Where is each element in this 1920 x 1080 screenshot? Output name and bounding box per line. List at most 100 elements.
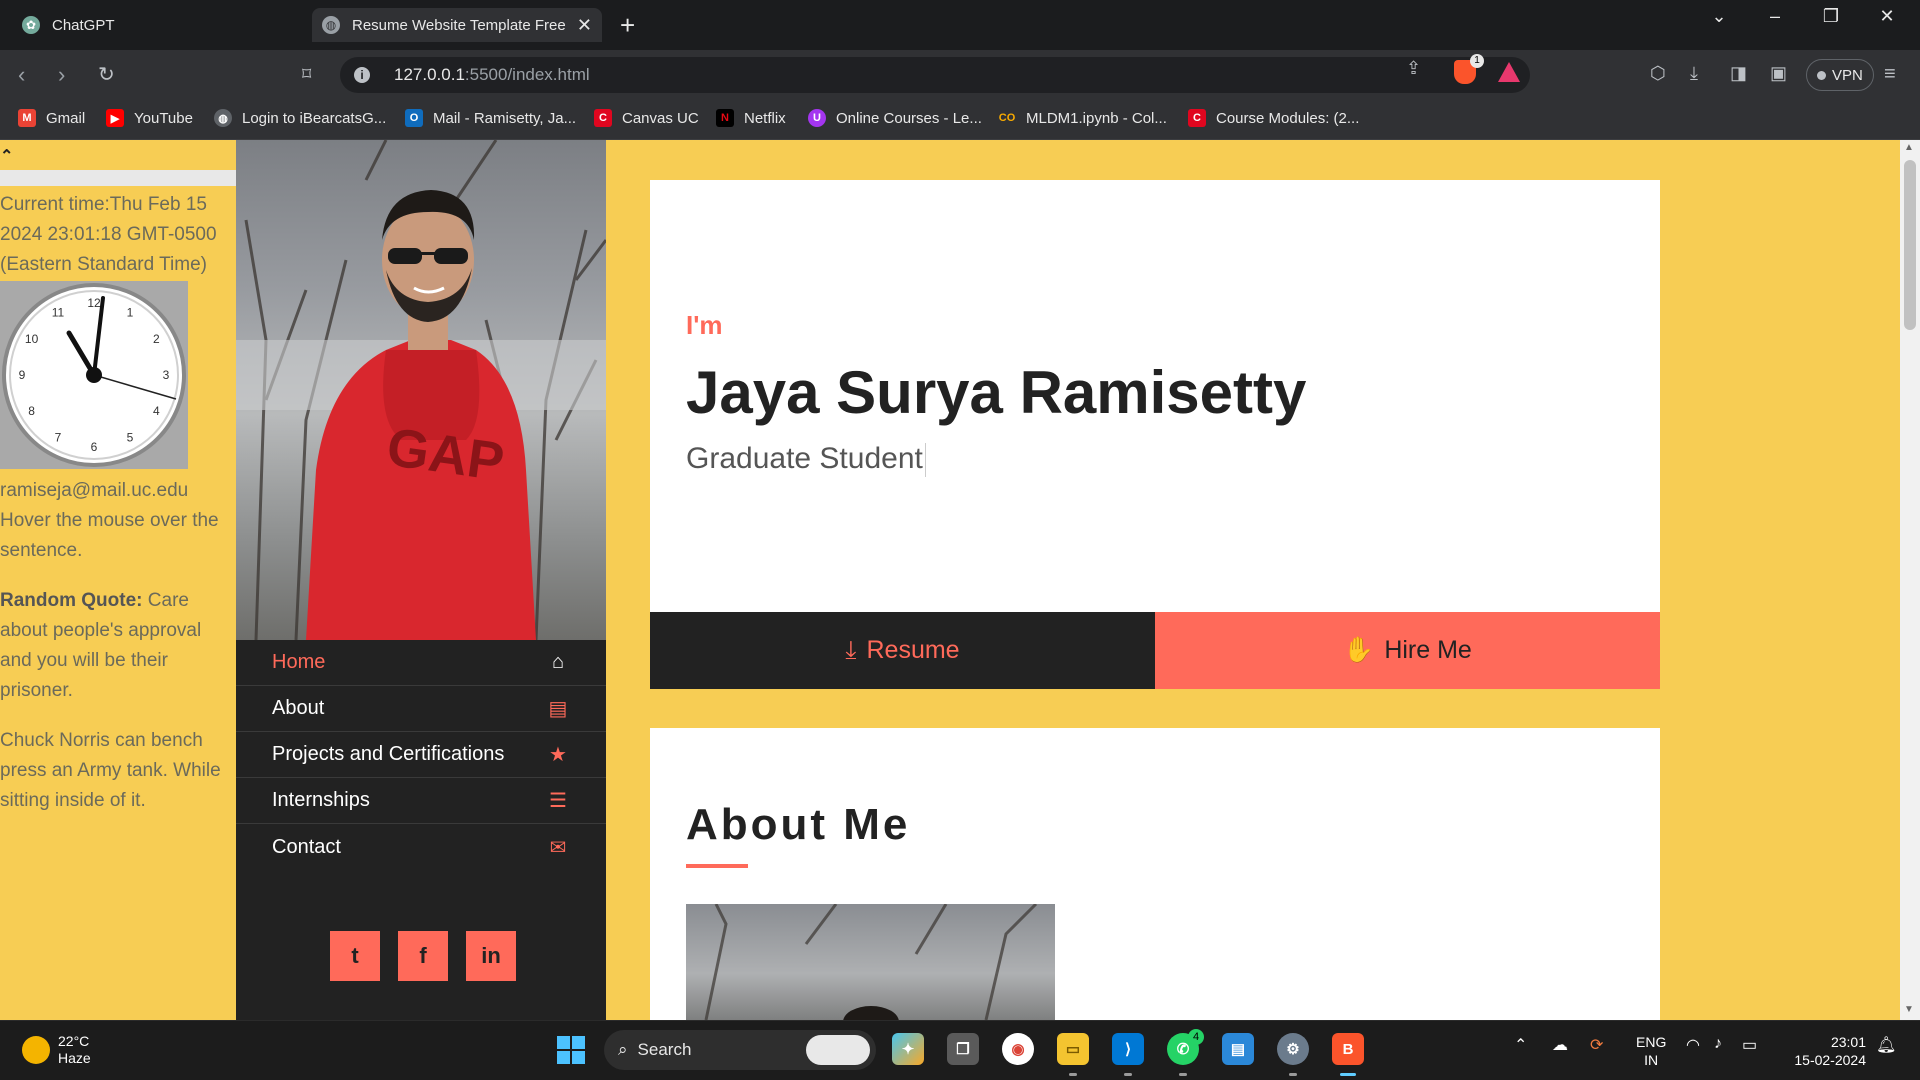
bookmark-icon[interactable]: ⌑ xyxy=(302,64,311,85)
minimize-button[interactable]: – xyxy=(1752,6,1798,27)
profile-photo-art: GAP xyxy=(236,140,606,640)
file-explorer-icon[interactable]: ▭ xyxy=(1057,1033,1089,1065)
language-indicator[interactable]: ENG IN xyxy=(1636,1033,1666,1069)
wallet-icon[interactable]: ▣ xyxy=(1770,63,1787,84)
show-hidden-icons-icon[interactable]: ⌃ xyxy=(1514,1035,1527,1055)
about-card: About Me xyxy=(650,728,1660,1020)
notepad-icon[interactable]: ▤ xyxy=(1222,1033,1254,1065)
scroll-down-icon[interactable]: ▼ xyxy=(1904,1004,1914,1015)
bookmark-ibearcats[interactable]: ◍ Login to iBearcatsG... xyxy=(214,109,386,127)
extensions-icon[interactable]: ⬡ xyxy=(1650,63,1666,84)
youtube-icon: ▶ xyxy=(106,109,124,127)
sidebar-item-label: Projects and Certifications xyxy=(272,743,505,765)
sync-icon[interactable]: ⟳ xyxy=(1590,1035,1603,1055)
clock-numeral: 8 xyxy=(28,404,35,418)
menu-icon[interactable]: ≡ xyxy=(1884,63,1896,86)
bookmark-mail[interactable]: O Mail - Ramisetty, Ja... xyxy=(405,109,576,127)
close-window-button[interactable]: ✕ xyxy=(1864,6,1910,27)
haze-sun-icon xyxy=(22,1036,50,1064)
id-card-icon: ▤ xyxy=(548,698,568,720)
sidebar-icon[interactable]: ◨ xyxy=(1730,63,1747,84)
linkedin-icon[interactable]: in xyxy=(466,931,516,981)
bookmark-canvas-uc[interactable]: C Canvas UC xyxy=(594,109,699,127)
tab-chatgpt[interactable]: ✿ ChatGPT xyxy=(14,8,304,42)
site-info-icon[interactable]: i xyxy=(354,67,370,83)
search-icon: ⌕ xyxy=(618,1040,628,1059)
task-view-icon[interactable]: ❐ xyxy=(947,1033,979,1065)
sidebar-item-home[interactable]: Home ⌂ xyxy=(236,640,606,686)
battery-icon[interactable]: ▭ xyxy=(1742,1035,1757,1055)
bookmark-colab[interactable]: CO MLDM1.ipynb - Col... xyxy=(998,109,1167,127)
download-icon: ⤓ xyxy=(845,636,857,664)
sidebar-item-label: About xyxy=(272,697,325,719)
widgets-column: ⌃ Current time:Thu Feb 15 2024 23:01:18 … xyxy=(0,140,236,1020)
colab-icon: CO xyxy=(998,112,1016,124)
start-button[interactable] xyxy=(557,1036,585,1064)
sidebar-item-projects[interactable]: Projects and Certifications ★ xyxy=(236,732,606,778)
app-indicator xyxy=(1289,1073,1297,1076)
sidebar-item-about[interactable]: About ▤ xyxy=(236,686,606,732)
sidebar-item-internships[interactable]: Internships ☰ xyxy=(236,778,606,824)
bookmarks-bar: M Gmail ▶ YouTube ◍ Login to iBearcatsG... … xyxy=(0,100,1920,140)
copilot-icon[interactable] xyxy=(806,1035,870,1065)
page-scrollbar[interactable]: ▲ ▼ xyxy=(1900,140,1920,1020)
resume-button[interactable]: ⤓ Resume xyxy=(650,612,1155,689)
canvas-icon: C xyxy=(594,109,612,127)
notification-bell-icon[interactable]: 🔔︎ xyxy=(1876,1035,1896,1055)
hero-card: I'm Jaya Surya Ramisetty Graduate Studen… xyxy=(650,180,1660,612)
restore-button[interactable]: ❐ xyxy=(1808,6,1854,27)
download-icon[interactable]: ⤓ xyxy=(1690,63,1698,84)
star-icon: ★ xyxy=(549,744,567,766)
netflix-icon: N xyxy=(716,109,734,127)
reload-icon[interactable]: ↻ xyxy=(98,62,115,87)
new-tab-button[interactable]: + xyxy=(620,10,635,41)
forward-button[interactable]: › xyxy=(58,62,65,88)
chrome-icon[interactable]: ◉ xyxy=(1002,1033,1034,1065)
hover-sentence[interactable]: Hover the mouse over the sentence. xyxy=(0,506,236,566)
tab-resume-website[interactable]: ◍ Resume Website Template Free ✕ xyxy=(312,8,602,42)
scroll-up-icon[interactable]: ▲ xyxy=(1904,142,1914,153)
quote-label: Random Quote: xyxy=(0,590,143,611)
sidebar-item-contact[interactable]: Contact ✉ xyxy=(236,824,606,870)
back-button[interactable]: ‹ xyxy=(18,62,25,88)
tab-title: Resume Website Template Free xyxy=(352,16,566,34)
bookmark-gmail[interactable]: M Gmail xyxy=(18,109,85,127)
close-tab-icon[interactable]: ✕ xyxy=(577,15,592,36)
facebook-icon[interactable]: f xyxy=(398,931,448,981)
globe-icon: ◍ xyxy=(214,109,232,127)
taskbar-search[interactable]: ⌕ Search xyxy=(604,1030,876,1070)
onedrive-icon[interactable]: ☁ xyxy=(1552,1035,1568,1055)
vscode-icon[interactable]: ⟩ xyxy=(1112,1033,1144,1065)
outlook-icon: O xyxy=(405,109,423,127)
wifi-icon[interactable]: ◠ xyxy=(1686,1035,1700,1055)
copilot-pre-icon[interactable]: ✦ xyxy=(892,1033,924,1065)
scrollbar-thumb[interactable] xyxy=(1904,160,1916,330)
vpn-button[interactable]: VPN xyxy=(1806,59,1874,91)
scroll-top-icon[interactable]: ⌃ xyxy=(0,142,13,172)
canvas-icon: C xyxy=(1188,109,1206,127)
share-icon[interactable]: ⇪ xyxy=(1406,58,1421,79)
address-bar[interactable]: i 127.0.0.1:5500/index.html xyxy=(340,57,1530,93)
bookmark-youtube[interactable]: ▶ YouTube xyxy=(106,109,193,127)
tab-search-icon[interactable]: ⌄ xyxy=(1696,6,1742,27)
list-icon: ☰ xyxy=(549,790,567,812)
sidebar-item-label: Contact xyxy=(272,835,341,858)
hire-me-button[interactable]: ✋ Hire Me xyxy=(1155,612,1660,689)
twitter-icon[interactable]: t xyxy=(330,931,380,981)
clock-numeral: 12 xyxy=(87,296,101,310)
system-clock[interactable]: 23:01 15-02-2024 xyxy=(1786,1033,1866,1069)
bookmark-netflix[interactable]: N Netflix xyxy=(716,109,786,127)
settings-icon[interactable]: ⚙ xyxy=(1277,1033,1309,1065)
page-title: Jaya Surya Ramisetty xyxy=(686,359,1307,426)
bookmark-course-modules[interactable]: C Course Modules: (2... xyxy=(1188,109,1359,127)
weather-widget[interactable]: 22°C Haze xyxy=(22,1033,91,1067)
bookmark-online-courses[interactable]: U Online Courses - Le... xyxy=(808,109,982,127)
social-links: t f in xyxy=(330,931,516,981)
brave-icon[interactable]: B xyxy=(1332,1033,1364,1065)
brave-rewards-icon[interactable] xyxy=(1498,62,1520,82)
volume-icon[interactable]: ♪ xyxy=(1714,1035,1722,1053)
windows-taskbar: 22°C Haze ⌕ Search ✦ ❐ ◉ ▭ ⟩ ✆ 4 ▤ ⚙ B ⌃ … xyxy=(0,1020,1920,1080)
chuck-norris-fact: Chuck Norris can bench press an Army tan… xyxy=(0,730,221,811)
url-text[interactable]: 127.0.0.1:5500/index.html xyxy=(394,65,590,85)
chatgpt-icon: ✿ xyxy=(22,16,40,34)
